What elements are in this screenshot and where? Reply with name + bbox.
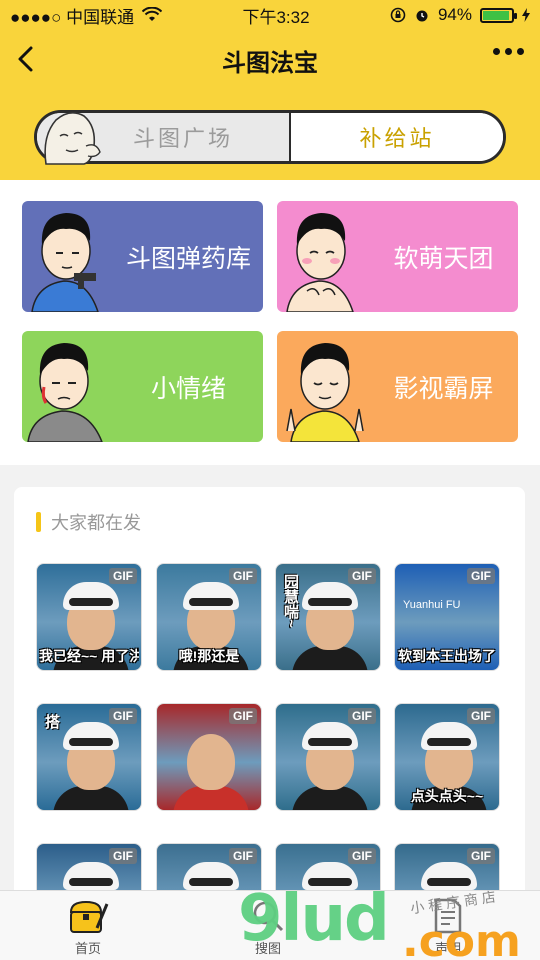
shy-boy-icon <box>286 213 354 312</box>
gif-badge: GIF <box>229 848 257 864</box>
boy-with-gun-icon <box>31 213 99 312</box>
gif-badge: GIF <box>348 708 376 724</box>
category-label: 小情绪 <box>150 374 226 403</box>
tab-supply-station[interactable]: 补给站 <box>291 113 503 161</box>
trending-section: 大家都在发 GIF 我已经~~ 用了洪荒之力啦! GIF 哦!那还是 GIF 园慧喘~ Yu… <box>14 487 525 951</box>
gif-caption: 搭 <box>43 714 60 729</box>
gif-thumbnail[interactable]: GIF 园慧喘~ <box>275 563 381 671</box>
status-bar: ●●●●○ 中国联通 下午3:32 94% <box>0 0 540 30</box>
goggles <box>427 738 471 746</box>
scoreboard-text: Yuanhui FU <box>403 599 461 611</box>
category-ammo[interactable]: 斗图弹药库 <box>22 201 263 312</box>
tab-home[interactable]: 首页 <box>28 891 148 960</box>
gif-badge: GIF <box>109 848 137 864</box>
gif-thumbnail[interactable]: GIF 哦!那还是 <box>156 563 262 671</box>
watermark-logo: 9lud <box>238 882 390 956</box>
goggles <box>189 598 233 606</box>
gif-thumbnail[interactable]: GIF 点头点头~~ <box>394 703 500 811</box>
gif-badge: GIF <box>348 848 376 864</box>
gif-caption: 软到本王出场了 <box>398 648 496 664</box>
charging-icon <box>521 8 530 22</box>
gif-badge: GIF <box>109 708 137 724</box>
category-cute[interactable]: 软萌天团 <box>277 201 518 312</box>
category-label: 软萌天团 <box>393 244 494 273</box>
crying-boy-icon <box>27 343 103 442</box>
goggles <box>427 878 471 886</box>
gif-badge: GIF <box>467 708 495 724</box>
face <box>187 734 235 790</box>
battery-fill <box>482 10 510 20</box>
gif-caption: 我已经~~ 用了洪荒之力啦! <box>39 648 139 664</box>
goggles <box>69 878 113 886</box>
gif-caption: 点头点头~~ <box>410 788 484 804</box>
gif-badge: GIF <box>467 848 495 864</box>
gif-caption: 园慧喘~ <box>282 574 299 628</box>
treasure-chest-icon <box>69 900 109 933</box>
goggles <box>308 738 352 746</box>
section-title: 大家都在发 <box>51 513 141 533</box>
gif-badge: GIF <box>229 708 257 724</box>
category-label: 影视霸屏 <box>393 374 494 403</box>
page-title: 斗图法宝 <box>222 49 318 77</box>
goggles <box>189 878 233 886</box>
header-area: ●●●●○ 中国联通 下午3:32 94% 斗图法宝 斗图广场 补给站 <box>0 0 540 180</box>
gif-badge: GIF <box>348 568 376 584</box>
section-header: 大家都在发 <box>36 509 141 535</box>
wifi-icon <box>142 7 163 21</box>
battery-percent: 94% <box>437 5 472 24</box>
back-icon[interactable] <box>12 44 42 74</box>
battery-icon <box>479 7 517 23</box>
gif-badge: GIF <box>109 568 137 584</box>
watermark-suffix: .com <box>402 916 521 960</box>
gif-thumbnail[interactable]: GIF <box>275 703 381 811</box>
mascot-icon <box>44 112 101 165</box>
victory-boy-icon <box>286 343 364 442</box>
category-label: 斗图弹药库 <box>125 244 251 273</box>
goggles <box>69 738 113 746</box>
gif-thumbnail[interactable]: Yuanhui FU GIF 软到本王出场了 <box>394 563 500 671</box>
goggles <box>308 598 352 606</box>
gif-thumbnail[interactable]: GIF <box>156 703 262 811</box>
gif-thumbnail[interactable]: GIF 我已经~~ 用了洪荒之力啦! <box>36 563 142 671</box>
gif-thumbnail[interactable]: GIF 搭 <box>36 703 142 811</box>
category-emotions[interactable]: 小情绪 <box>22 331 263 442</box>
gif-badge: GIF <box>467 568 495 584</box>
carrier-label: ●●●●○ 中国联通 <box>10 7 135 27</box>
section-accent-bar <box>36 512 41 532</box>
tab-home-label: 首页 <box>74 941 101 956</box>
category-movies[interactable]: 影视霸屏 <box>277 331 518 442</box>
orientation-lock-icon <box>390 7 406 23</box>
clock: 下午3:32 <box>242 7 310 27</box>
category-grid: 斗图弹药库 软萌天团 小情绪 影视霸屏 <box>0 180 540 465</box>
alarm-icon <box>416 10 428 22</box>
goggles <box>69 598 113 606</box>
gif-caption: 哦!那还是 <box>178 648 240 664</box>
navigation-bar: 斗图法宝 <box>0 30 540 90</box>
more-menu-icon[interactable] <box>493 48 524 55</box>
gif-badge: GIF <box>229 568 257 584</box>
